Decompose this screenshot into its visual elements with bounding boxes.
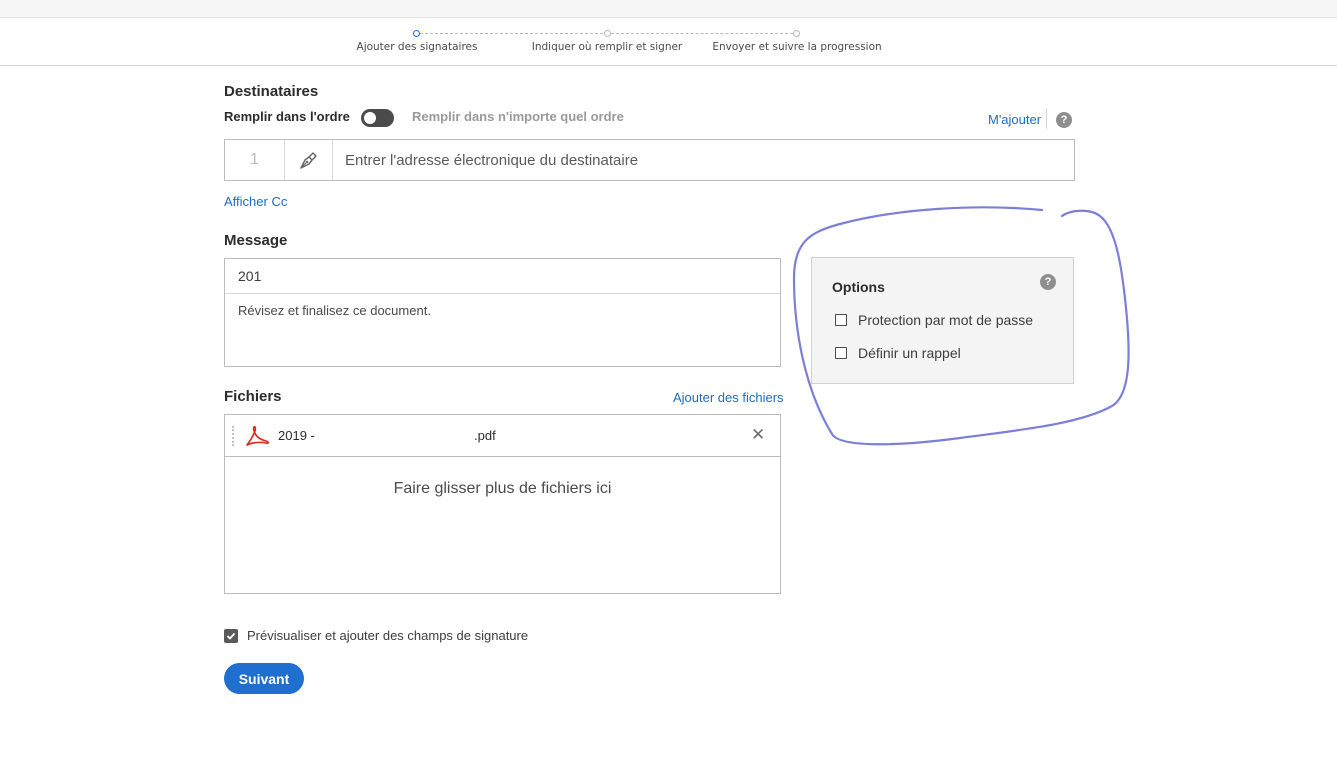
step-1-dot bbox=[413, 30, 420, 37]
step-1-label[interactable]: Ajouter des signataires bbox=[357, 41, 478, 53]
message-box: Révisez et finalisez ce document. bbox=[224, 258, 781, 367]
stepper-connector bbox=[420, 33, 603, 34]
password-protection-option[interactable]: Protection par mot de passe bbox=[835, 312, 1033, 328]
options-help-icon[interactable]: ? bbox=[1040, 274, 1056, 290]
files-title: Fichiers bbox=[224, 388, 282, 405]
file-drop-zone[interactable]: Faire glisser plus de fichiers ici bbox=[225, 480, 780, 498]
recipients-help-icon[interactable]: ? bbox=[1056, 112, 1072, 128]
stepper-connector bbox=[611, 33, 793, 34]
preview-checkbox[interactable] bbox=[224, 628, 238, 643]
drag-handle-icon[interactable] bbox=[232, 426, 235, 446]
options-title: Options bbox=[832, 279, 885, 295]
fill-any-order-label: Remplir dans n'importe quel ordre bbox=[412, 109, 624, 124]
password-protection-label: Protection par mot de passe bbox=[858, 312, 1034, 328]
recipient-email-input[interactable] bbox=[345, 150, 1045, 170]
recipient-row: 1 bbox=[224, 139, 1075, 181]
file-extension: .pdf bbox=[474, 428, 496, 443]
step-2-label[interactable]: Indiquer où remplir et signer bbox=[532, 41, 683, 53]
file-name: 2019 - bbox=[278, 428, 315, 443]
preview-signature-option[interactable]: Prévisualiser et ajouter des champs de s… bbox=[224, 628, 528, 643]
message-title: Message bbox=[224, 232, 288, 249]
next-button[interactable]: Suivant bbox=[224, 663, 304, 694]
message-body-input[interactable]: Révisez et finalisez ce document. bbox=[238, 303, 768, 358]
checkmark-icon bbox=[226, 632, 236, 640]
add-me-link[interactable]: M'ajouter bbox=[988, 112, 1041, 127]
password-protection-checkbox[interactable] bbox=[835, 314, 847, 326]
progress-stepper: Ajouter des signataires Indiquer où remp… bbox=[0, 18, 1337, 66]
message-subject-row bbox=[225, 259, 780, 294]
fill-order-toggle[interactable] bbox=[361, 109, 394, 127]
step-3-dot bbox=[793, 30, 800, 37]
preview-label: Prévisualiser et ajouter des champs de s… bbox=[247, 628, 529, 643]
file-item[interactable]: 2019 - .pdf ✕ bbox=[225, 415, 780, 457]
add-files-link[interactable]: Ajouter des fichiers bbox=[673, 390, 784, 405]
options-panel: Options ? Protection par mot de passe Dé… bbox=[811, 257, 1074, 384]
pen-icon bbox=[299, 152, 317, 169]
signer-role-button[interactable] bbox=[285, 140, 333, 180]
step-3-label[interactable]: Envoyer et suivre la progression bbox=[712, 41, 881, 53]
remove-file-icon[interactable]: ✕ bbox=[751, 425, 765, 445]
message-subject-input[interactable] bbox=[238, 268, 758, 284]
set-reminder-option[interactable]: Définir un rappel bbox=[835, 345, 961, 361]
divider bbox=[1046, 109, 1047, 129]
recipients-title: Destinataires bbox=[224, 83, 319, 100]
fill-in-order-label: Remplir dans l'ordre bbox=[224, 109, 350, 124]
set-reminder-checkbox[interactable] bbox=[835, 347, 847, 359]
toggle-knob bbox=[364, 112, 376, 124]
set-reminder-label: Définir un rappel bbox=[858, 345, 961, 361]
browser-top-bar bbox=[0, 0, 1337, 18]
files-box: 2019 - .pdf ✕ Faire glisser plus de fich… bbox=[224, 414, 781, 594]
show-cc-link[interactable]: Afficher Cc bbox=[224, 194, 287, 209]
pdf-icon bbox=[246, 425, 270, 446]
recipient-number: 1 bbox=[225, 140, 285, 180]
step-2-dot bbox=[604, 30, 611, 37]
